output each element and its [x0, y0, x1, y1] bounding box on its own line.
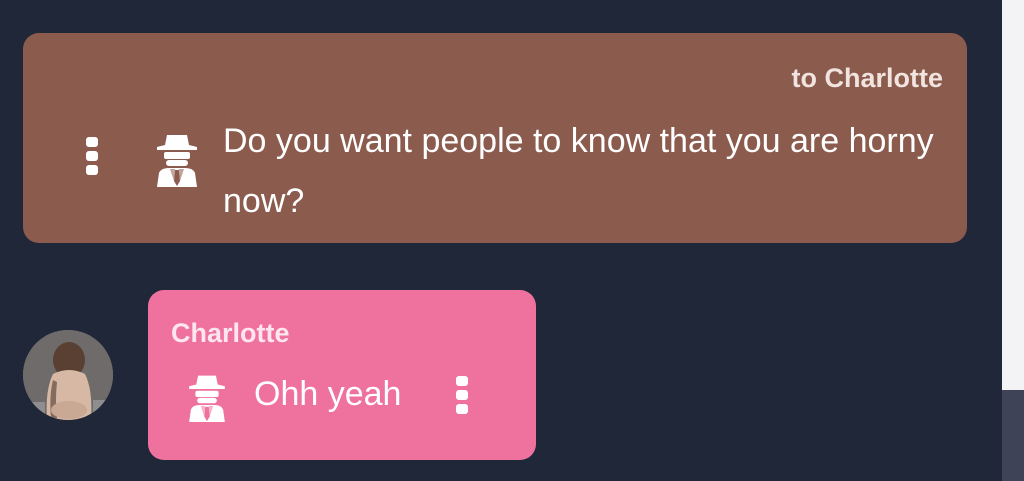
- spy-icon: [157, 135, 197, 187]
- message-sender-name: Charlotte: [171, 318, 290, 348]
- scrollbar-thumb[interactable]: [1002, 390, 1024, 481]
- message-text: Ohh yeah: [254, 375, 402, 413]
- avatar-photo: [23, 330, 113, 420]
- message-recipient-label: to Charlotte: [791, 63, 944, 93]
- outgoing-message-bubble[interactable]: to Charlotte Do you want people to know …: [23, 33, 967, 243]
- message-options-icon[interactable]: [456, 376, 468, 414]
- message-options-icon[interactable]: [86, 137, 98, 175]
- avatar[interactable]: [23, 330, 113, 420]
- incoming-message-bubble[interactable]: Charlotte Ohh yeah: [148, 290, 536, 460]
- message-text: Do you want people to know that you are …: [223, 122, 934, 220]
- scrollbar-track[interactable]: [1002, 0, 1024, 481]
- spy-icon: [189, 375, 225, 422]
